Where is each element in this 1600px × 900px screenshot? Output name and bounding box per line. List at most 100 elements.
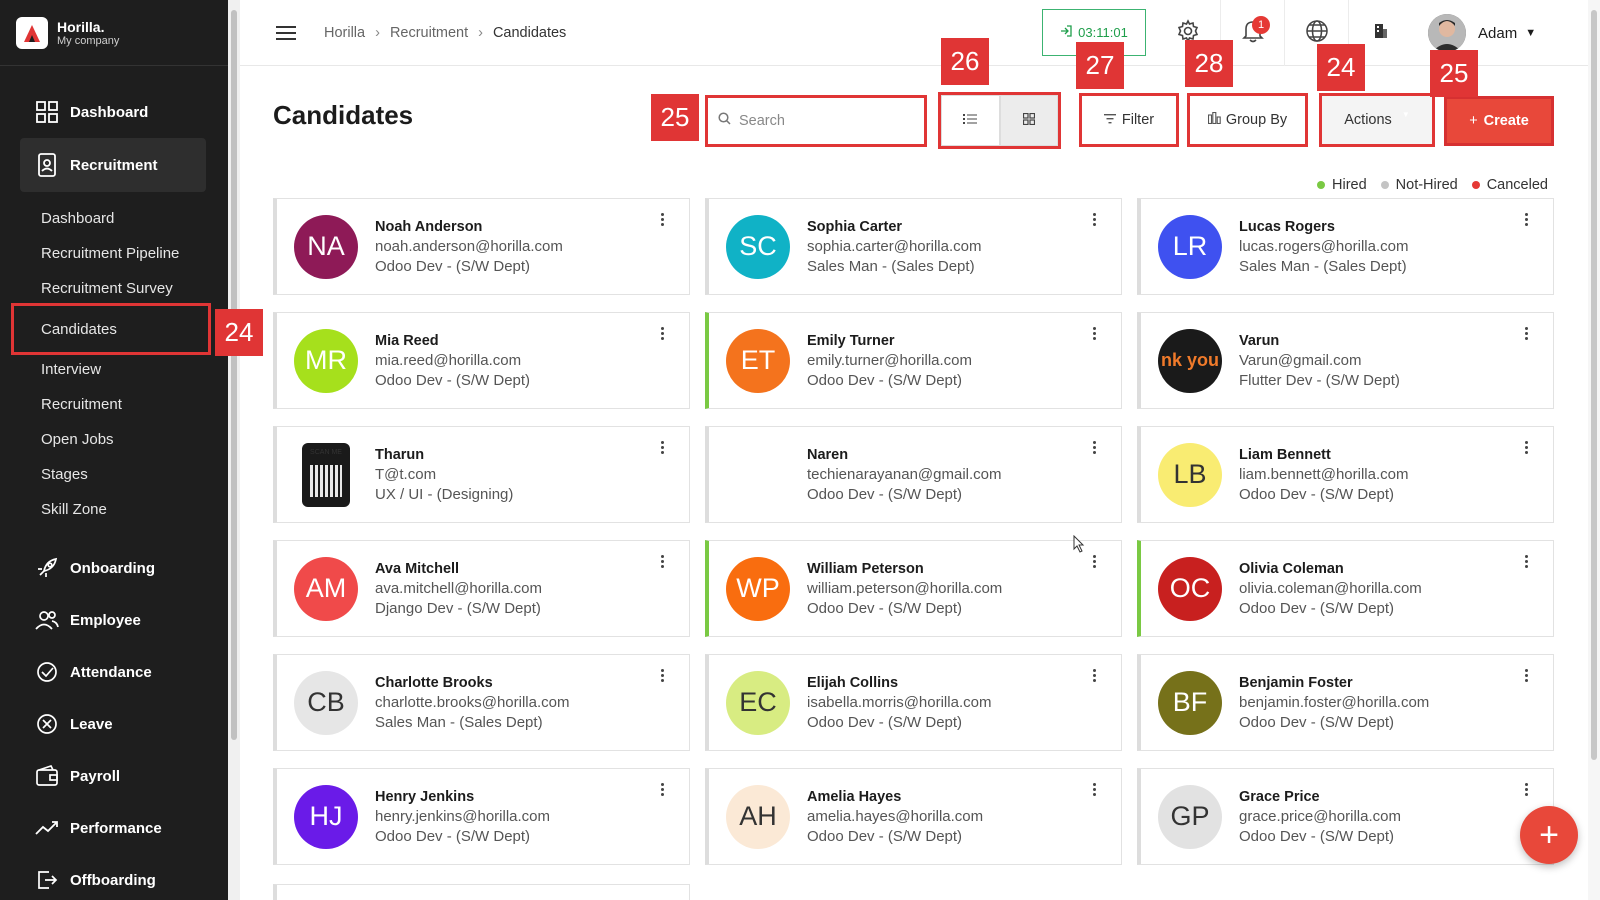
avatar: LB — [1158, 442, 1222, 507]
more-options-icon[interactable] — [1525, 213, 1529, 228]
sidebar-item-label: Performance — [70, 819, 162, 837]
legend-label[interactable]: Canceled — [1487, 177, 1548, 193]
legend-dot-canceled — [1471, 181, 1480, 189]
more-options-icon[interactable] — [1093, 783, 1097, 798]
group-by-button[interactable]: Group By — [1187, 93, 1308, 147]
search-box[interactable] — [705, 95, 927, 147]
breadcrumb-current: Candidates — [492, 24, 567, 41]
search-input[interactable] — [739, 113, 909, 129]
sidebar-subitem-recruitment-survey[interactable]: Recruitment Survey — [0, 271, 228, 306]
candidate-info: William Peterson william.peterson@horilla… — [807, 559, 1002, 619]
candidate-card[interactable]: WP William Peterson william.peterson@horil… — [705, 540, 1122, 637]
candidate-card[interactable]: nk you Varun Varun@gmail.com Flutter Dev - … — [1137, 312, 1554, 409]
more-options-icon[interactable] — [1093, 213, 1097, 228]
hamburger-menu-icon[interactable] — [276, 22, 296, 44]
candidate-email: william.peterson@horilla.com — [807, 579, 1003, 597]
sidebar-item-offboarding[interactable]: Offboarding — [0, 854, 228, 900]
candidate-email: henry.jenkins@horilla.com — [375, 807, 551, 825]
candidate-card[interactable]: Naren techienarayanan@gmail.com Odoo Dev -… — [705, 426, 1122, 523]
candidate-card[interactable]: AH Amelia Hayes amelia.hayes@horilla.com Od… — [705, 768, 1122, 865]
plus-icon: + — [1539, 815, 1559, 854]
candidate-name: Tharun — [375, 446, 425, 463]
more-options-icon[interactable] — [1525, 783, 1529, 798]
actions-button[interactable]: Actions ▼ — [1319, 93, 1435, 147]
brand[interactable]: Horilla. My company — [0, 0, 228, 66]
sidebar-subitem-stages[interactable]: Stages — [0, 457, 228, 492]
more-options-icon[interactable] — [1525, 441, 1529, 456]
candidate-email: olivia.coleman@horilla.com — [1239, 579, 1422, 597]
sidebar-item-leave[interactable]: Leave — [0, 698, 228, 750]
breadcrumb-item[interactable]: Horilla — [324, 25, 365, 41]
legend-label[interactable]: Not-Hired — [1396, 177, 1458, 193]
status-legend: Hired Not-Hired Canceled — [1317, 177, 1548, 193]
create-button[interactable]: + Create — [1444, 96, 1554, 146]
candidate-card[interactable]: SC Sophia Carter sophia.carter@horilla.com… — [705, 198, 1122, 295]
more-options-icon[interactable] — [1525, 327, 1529, 342]
candidate-job: Django Dev - (S/W Dept) — [375, 599, 541, 617]
candidate-name: Elijah Collins — [807, 674, 899, 691]
sidebar-subitem-dashboard[interactable]: Dashboard — [0, 201, 228, 236]
sidebar-item-label: Dashboard — [70, 103, 149, 121]
more-options-icon[interactable] — [1525, 555, 1529, 570]
more-options-icon[interactable] — [661, 327, 665, 342]
candidate-card[interactable]: AM Ava Mitchell ava.mitchell@horilla.com Dj… — [273, 540, 690, 637]
candidate-card[interactable]: SCAN ME Tharun T@t.com UX / UI - (Designing… — [273, 426, 690, 523]
candidate-card[interactable]: BF Benjamin Foster benjamin.foster@horilla… — [1137, 654, 1554, 751]
candidate-card[interactable] — [273, 884, 690, 900]
avatar: AM — [294, 556, 358, 621]
sidebar-item-onboarding[interactable]: Onboarding — [0, 542, 228, 594]
main-scrollbar[interactable] — [1588, 0, 1600, 900]
sidebar-subitem-skill-zone[interactable]: Skill Zone — [0, 492, 228, 527]
grid-view-button[interactable] — [999, 95, 1058, 146]
sidebar-item-attendance[interactable]: Attendance — [0, 646, 228, 698]
candidate-job: Odoo Dev - (S/W Dept) — [807, 485, 963, 503]
avatar: WP — [726, 556, 790, 621]
filter-button[interactable]: Filter — [1079, 93, 1179, 147]
legend-label[interactable]: Hired — [1332, 177, 1367, 193]
breadcrumb-item[interactable]: Recruitment — [390, 25, 468, 41]
candidate-card[interactable]: EC Elijah Collins isabella.morris@horilla.… — [705, 654, 1122, 751]
candidate-card[interactable]: CB Charlotte Brooks charlotte.brooks@horil… — [273, 654, 690, 751]
more-options-icon[interactable] — [661, 441, 665, 456]
more-options-icon[interactable] — [1525, 669, 1529, 684]
sidebar-subitem-recruitment[interactable]: Recruitment — [0, 387, 228, 422]
candidate-card[interactable]: HJ Henry Jenkins henry.jenkins@horilla.com… — [273, 768, 690, 865]
more-options-icon[interactable] — [661, 555, 665, 570]
user-menu[interactable]: Adam ▼ — [1428, 14, 1536, 52]
candidate-card[interactable]: OC Olivia Coleman olivia.coleman@horilla.c… — [1137, 540, 1554, 637]
candidate-email: Varun@gmail.com — [1239, 351, 1362, 369]
candidate-card[interactable]: LB Liam Bennett liam.bennett@horilla.com Od… — [1137, 426, 1554, 523]
sidebar-subitem-candidates[interactable]: Candidates — [11, 303, 211, 355]
candidate-card[interactable]: NA Noah Anderson noah.anderson@horilla.com… — [273, 198, 690, 295]
sidebar-item-payroll[interactable]: Payroll — [0, 750, 228, 802]
sidebar-subitem-interview[interactable]: Interview — [0, 352, 228, 387]
floating-add-button[interactable]: + — [1520, 806, 1578, 864]
avatar: OC — [1158, 556, 1222, 621]
candidate-card[interactable]: GP Grace Price grace.price@horilla.com Odoo… — [1137, 768, 1554, 865]
list-view-button[interactable] — [941, 95, 1000, 146]
more-options-icon[interactable] — [661, 213, 665, 228]
sidebar-item-employee[interactable]: Employee — [0, 594, 228, 646]
sidebar-subitem-recruitment-pipeline[interactable]: Recruitment Pipeline — [0, 236, 228, 271]
sidebar-item-dashboard[interactable]: Dashboard — [0, 86, 228, 138]
more-options-icon[interactable] — [1093, 441, 1097, 456]
more-options-icon[interactable] — [1093, 669, 1097, 684]
sidebar-item-label: Offboarding — [70, 871, 156, 889]
more-options-icon[interactable] — [661, 783, 665, 798]
more-options-icon[interactable] — [1093, 327, 1097, 342]
candidate-card[interactable]: ET Emily Turner emily.turner@horilla.com Od… — [705, 312, 1122, 409]
sidebar-subitem-open-jobs[interactable]: Open Jobs — [0, 422, 228, 457]
candidate-email: liam.bennett@horilla.com — [1239, 465, 1409, 483]
candidate-card[interactable]: MR Mia Reed mia.reed@horilla.com Odoo Dev -… — [273, 312, 690, 409]
sidebar-item-recruitment[interactable]: Recruitment — [20, 138, 206, 192]
sidebar-item-label: Payroll — [70, 767, 121, 785]
candidate-card[interactable]: LR Lucas Rogers lucas.rogers@horilla.com Sa… — [1137, 198, 1554, 295]
more-options-icon[interactable] — [661, 669, 665, 684]
annotation-marker: 24 — [215, 309, 263, 356]
more-options-icon[interactable] — [1093, 555, 1097, 570]
sidebar-item-performance[interactable]: Performance — [0, 802, 228, 854]
annotation-marker: 25 — [1430, 50, 1478, 97]
avatar: AH — [726, 784, 790, 849]
group-by-label: Group By — [1225, 112, 1288, 128]
sidebar-scrollbar[interactable] — [228, 0, 240, 900]
